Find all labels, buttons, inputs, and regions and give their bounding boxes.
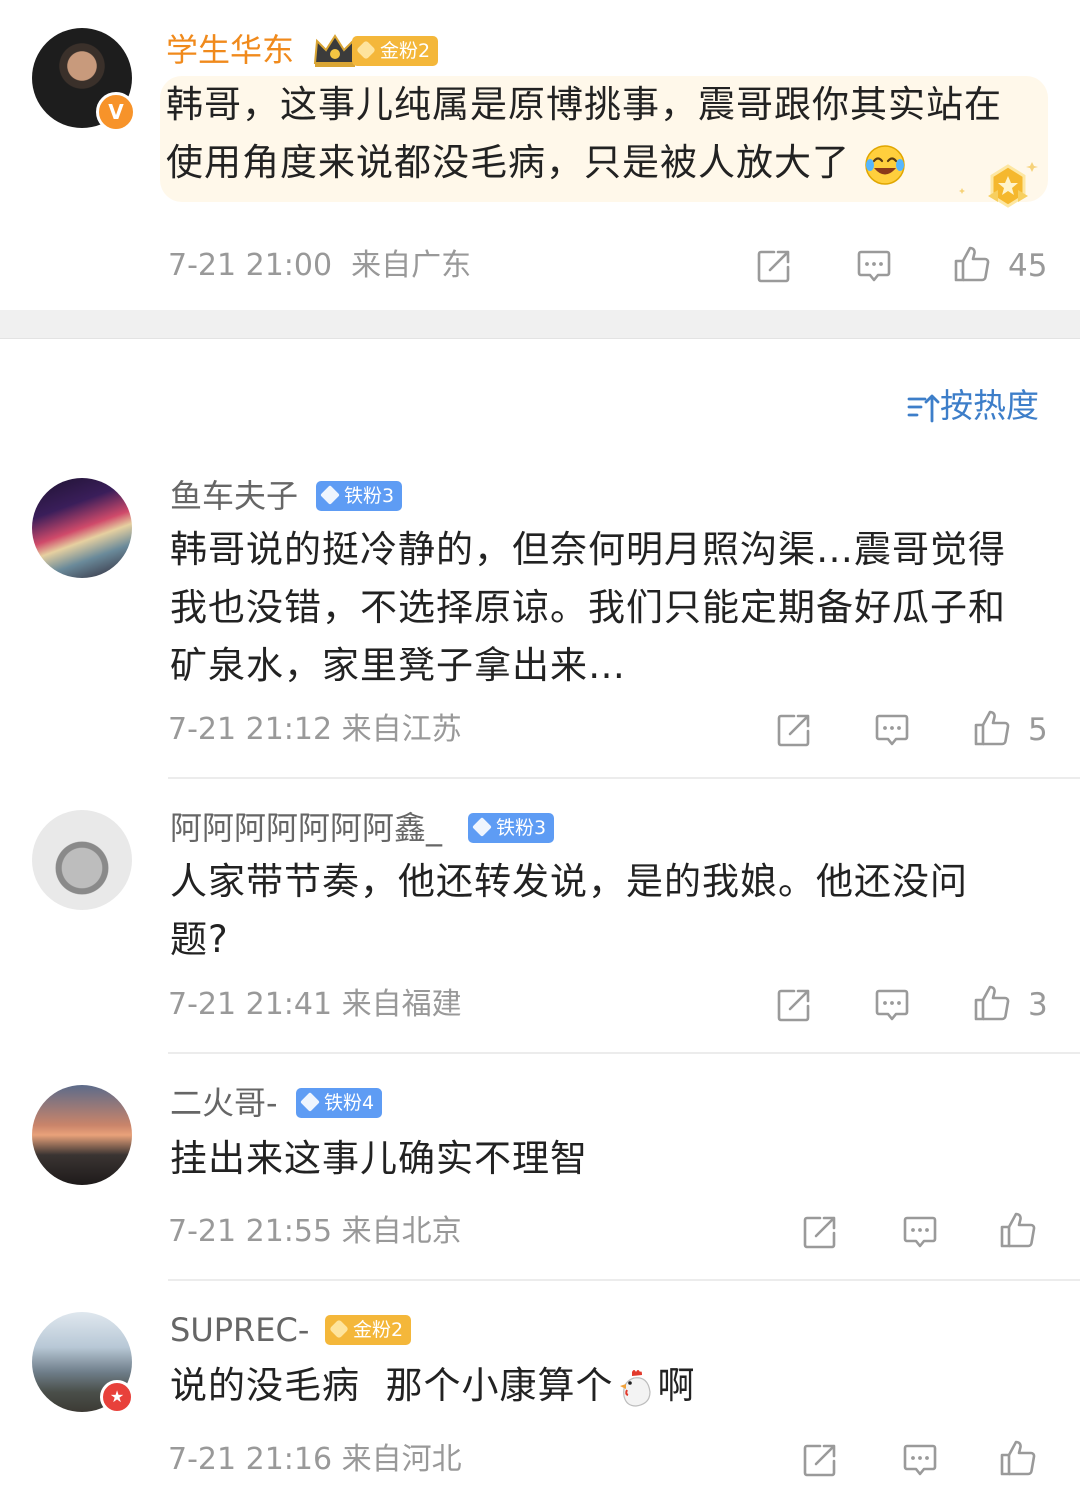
share-icon[interactable]	[754, 246, 794, 286]
fan-badge: 金粉2	[325, 1315, 412, 1345]
verified-badge-icon: V	[96, 92, 136, 132]
username[interactable]: 鱼车夫子	[170, 476, 298, 516]
comment-meta: 7-21 21:00 来自广东	[168, 248, 472, 283]
like-count: 45	[1008, 248, 1048, 284]
fan-badge: 铁粉3	[316, 481, 403, 511]
divider	[168, 777, 1080, 779]
like-count: 3	[1028, 987, 1048, 1023]
comment-meta: 7-21 21:12 来自江苏	[168, 712, 462, 747]
thumbs-up-icon[interactable]	[952, 244, 992, 284]
thumbs-up-icon[interactable]	[972, 983, 1012, 1023]
share-icon[interactable]	[800, 1212, 840, 1252]
fan-badge: 金粉2	[352, 36, 439, 66]
username[interactable]: SUPREC-	[170, 1310, 309, 1350]
comment-text: 挂出来这事儿确实不理智	[170, 1137, 588, 1180]
comment-item: 二火哥- 铁粉4 挂出来这事儿确实不理智 7-21 21:55 来自北京	[0, 1075, 1080, 1285]
star-badge-icon: ★	[100, 1380, 134, 1414]
comment-meta: 7-21 21:41 来自福建	[168, 987, 462, 1022]
comment-meta: 7-21 21:55 来自北京	[168, 1214, 462, 1249]
comment-icon[interactable]	[872, 985, 912, 1025]
comment-meta: 7-21 21:16 来自河北	[168, 1442, 462, 1477]
avatar[interactable]	[32, 478, 132, 578]
badge-gem-icon	[300, 1092, 320, 1112]
thumbs-up-icon[interactable]	[972, 708, 1012, 748]
share-icon[interactable]	[774, 710, 814, 750]
comment-icon[interactable]	[854, 246, 894, 286]
top-comment: V 学生华东 金粉2 韩哥，这事儿纯属是原博挑事，震哥跟你其实站在 使用角度来说…	[0, 0, 1080, 310]
gold-fan-medal-icon	[959, 162, 1038, 208]
comment-text: 韩哥，这事儿纯属是原博挑事，震哥跟你其实站在 使用角度来说都没毛病，只是被人放大…	[166, 76, 1046, 192]
badge-gem-icon	[356, 40, 376, 60]
share-icon[interactable]	[800, 1440, 840, 1480]
thumbs-up-icon[interactable]	[998, 1438, 1038, 1478]
section-divider	[0, 310, 1080, 339]
comment-text: 说的没毛病 那个小康算个 啊	[170, 1357, 1050, 1415]
comment-item: 阿阿阿阿阿阿阿鑫_ 铁粉3 人家带节奏，他还转发说，是的我娘。他还没问 题? 7…	[0, 800, 1080, 1060]
badge-gem-icon	[320, 485, 340, 505]
divider	[168, 1279, 1080, 1281]
fan-badge: 铁粉3	[468, 813, 555, 843]
badge-gem-icon	[329, 1319, 349, 1339]
divider	[168, 1052, 1080, 1054]
comment-icon[interactable]	[872, 710, 912, 750]
comment-text: 人家带节奏，他还转发说，是的我娘。他还没问 题?	[170, 860, 968, 961]
username[interactable]: 阿阿阿阿阿阿阿鑫_	[170, 808, 442, 848]
comment-item: 鱼车夫子 铁粉3 韩哥说的挺冷静的，但奈何明月照沟渠…震哥觉得 我也没错，不选择…	[0, 470, 1080, 780]
username[interactable]: 学生华东	[166, 30, 294, 70]
share-icon[interactable]	[774, 985, 814, 1025]
chicken-emoji-icon	[619, 1369, 651, 1407]
avatar[interactable]	[32, 1085, 132, 1185]
username[interactable]: 二火哥-	[170, 1083, 278, 1123]
comment-text: 韩哥说的挺冷静的，但奈何明月照沟渠…震哥觉得 我也没错，不选择原谅。我们只能定期…	[170, 528, 1006, 687]
fan-badge: 铁粉4	[296, 1088, 383, 1118]
laughing-crying-emoji-icon	[865, 144, 905, 185]
thumbs-up-icon[interactable]	[998, 1210, 1038, 1250]
sort-toggle[interactable]: 按热度	[906, 386, 1039, 426]
avatar[interactable]	[32, 810, 132, 910]
comment-icon[interactable]	[900, 1212, 940, 1252]
badge-gem-icon	[472, 817, 492, 837]
comment-item: ★ SUPREC- 金粉2 说的没毛病 那个小康算个 啊 7-21 21:16 …	[0, 1302, 1080, 1498]
sort-icon	[907, 394, 940, 422]
comment-icon[interactable]	[900, 1440, 940, 1480]
like-count: 5	[1028, 712, 1048, 748]
